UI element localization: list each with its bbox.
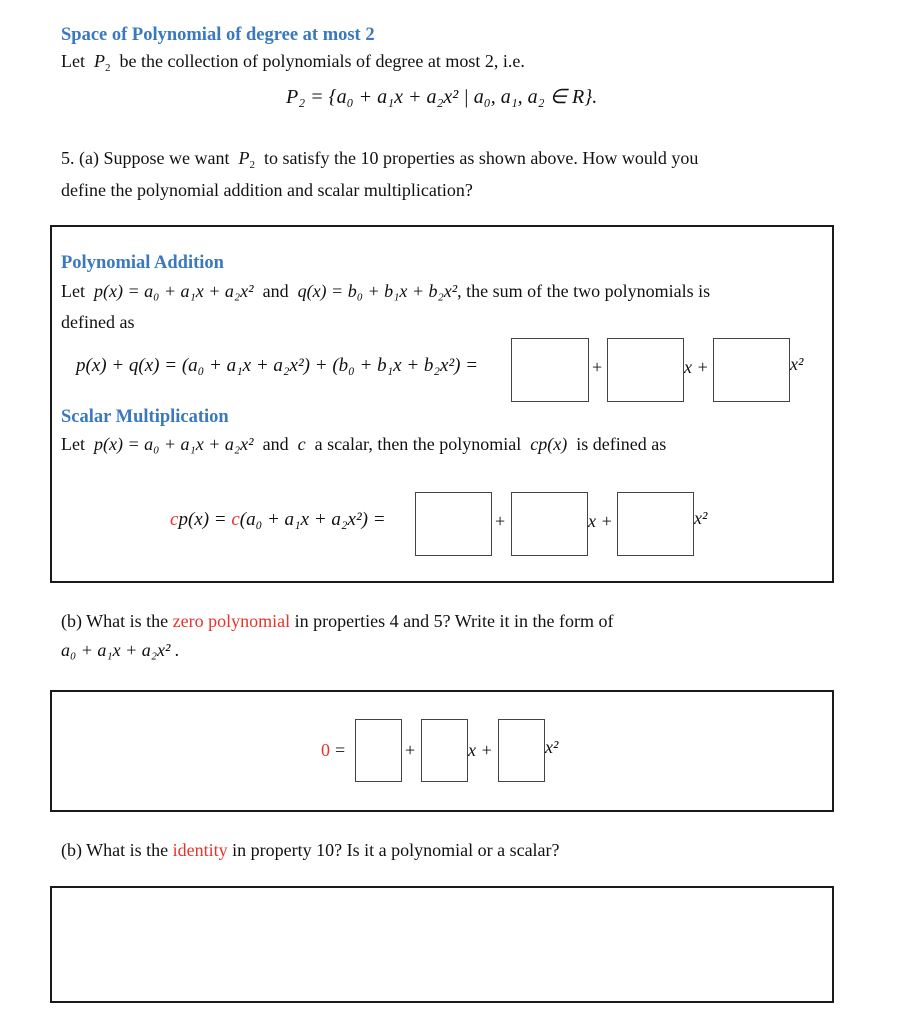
addition-heading: Polynomial Addition [61,253,224,273]
scalar-linear-input[interactable] [511,492,588,556]
intro-prefix: Let [61,51,85,71]
x-plus-term: x + [684,357,709,377]
identity-answer-box[interactable] [50,886,834,1003]
zero-linear-input[interactable] [421,719,468,782]
intro-text: Let P2 be the collection of polynomials … [61,51,525,74]
intro-suffix: be the collection of polynomials of degr… [119,51,525,71]
addition-linear-input[interactable] [607,338,684,402]
equals-sign: = [335,740,346,760]
scalar-c-red: c [231,509,240,530]
question-b2-prefix: (b) What is the [61,840,169,860]
scalar-eq-part2: (a₀ + a₁x + a₂x²) = [239,509,386,530]
plus-sign: + [405,740,416,760]
scalar-quadratic-input[interactable] [617,492,694,556]
question-a-suffix: to satisfy the 10 properties as shown ab… [263,148,699,168]
zero-symbol: 0 [321,740,330,760]
cp-symbol: cp(x) [530,434,568,454]
x-squared-term: x² [790,354,804,374]
question-b2-suffix: in property 10? Is it a polynomial or a … [232,840,560,860]
scalar-constant-input[interactable] [415,492,492,556]
x-squared-term: x² [694,508,708,528]
scalar-eq-part1: p(x) = [178,509,232,530]
x-plus-term: x + [468,740,493,760]
addition-line2: defined as [61,312,135,332]
scalar-heading: Scalar Multiplication [61,407,229,427]
question-b2-line: (b) What is the identity in property 10?… [61,840,560,861]
scalar-suffix: is defined as [576,434,667,454]
question-a-line1: 5. (a) Suppose we want P2 to satisfy the… [61,148,698,171]
question-a-line2: define the polynomial addition and scala… [61,180,473,200]
scalar-let: Let [61,434,85,454]
p2-symbol: P2 [233,148,255,171]
addition-suffix: , the sum of the two polynomials is [457,281,711,301]
scalar-c: c [297,434,306,454]
addition-and: and [262,281,289,301]
q-definition: q(x) = b₀ + b₁x + b₂x² [297,281,458,301]
addition-constant-input[interactable] [511,338,589,402]
scalar-equation: cp(x) = c(a₀ + a₁x + a₂x²) = [170,509,386,531]
addition-equation: p(x) + q(x) = (a₀ + a₁x + a₂x²) + (b₀ + … [76,355,479,376]
p-definition: p(x) = a₀ + a₁x + a₂x² [94,434,254,454]
zero-constant-input[interactable] [355,719,402,782]
addition-quadratic-input[interactable] [713,338,790,402]
p2-symbol: P2 [89,51,111,74]
set-definition: P₂ = {a₀ + a₁x + a₂x² | a₀, a₁, a₂ ∈ R}. [286,86,598,108]
scalar-line1: Let p(x) = a₀ + a₁x + a₂x² and c a scala… [61,434,666,455]
question-b1-suffix: in properties 4 and 5? Write it in the f… [294,611,614,631]
section-title: Space of Polynomial of degree at most 2 [61,25,375,45]
addition-line1: Let p(x) = a₀ + a₁x + a₂x² and q(x) = b₀… [61,281,710,302]
question-b1-line1: (b) What is the zero polynomial in prope… [61,611,613,632]
addition-let: Let [61,281,85,301]
p-definition: p(x) = a₀ + a₁x + a₂x² [94,281,254,301]
polynomial-form: a₀ + a₁x + a₂x² . [61,640,180,660]
identity-highlight: identity [172,840,228,860]
x-squared-term: x² [545,737,559,757]
question-b1-prefix: (b) What is the [61,611,169,631]
plus-sign: + [495,511,506,531]
scalar-and: and [262,434,289,454]
question-a-prefix: 5. (a) Suppose we want [61,148,230,168]
zero-quadratic-input[interactable] [498,719,545,782]
plus-sign: + [592,357,603,377]
x-plus-term: x + [588,511,613,531]
scalar-mid: a scalar, then the polynomial [314,434,522,454]
zero-polynomial-highlight: zero polynomial [172,611,291,631]
